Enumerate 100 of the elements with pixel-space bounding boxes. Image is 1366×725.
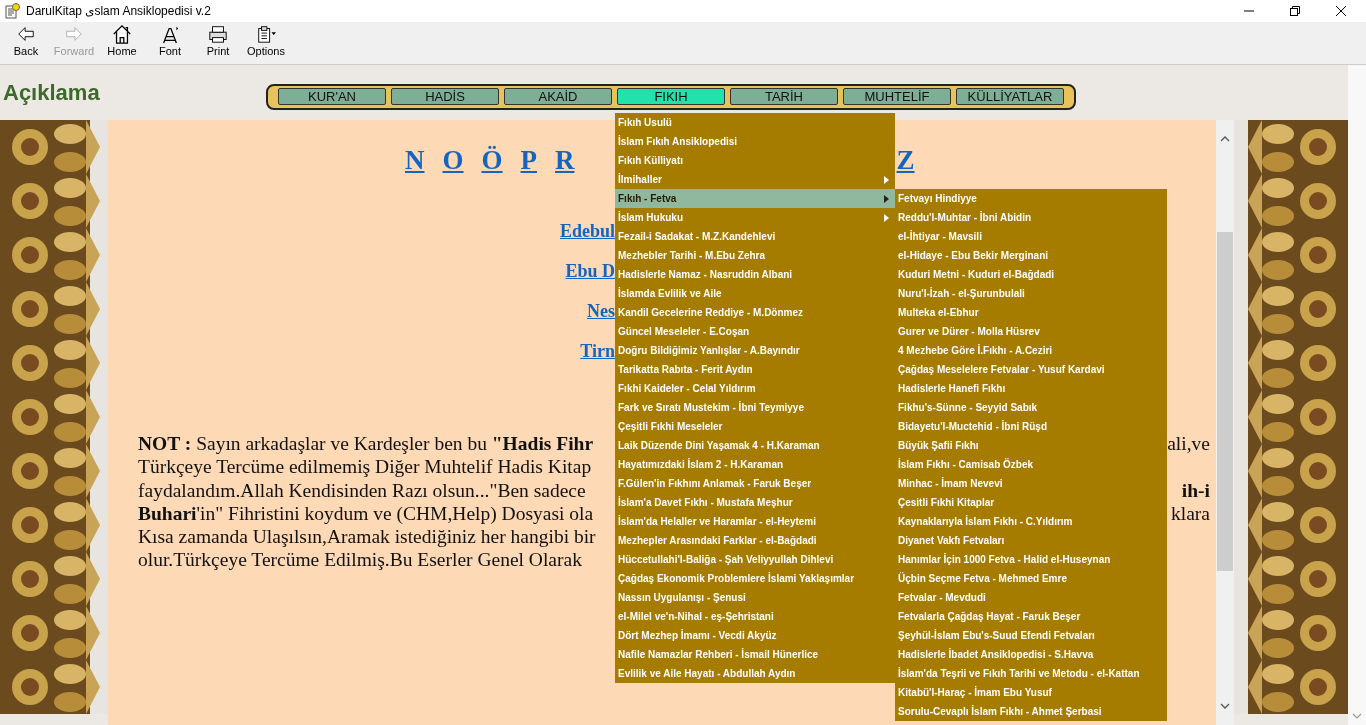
maximize-icon[interactable] xyxy=(1290,6,1300,16)
menu-item[interactable]: Evlilik ve Aile Hayatı - Abdullah Aydın xyxy=(615,664,895,683)
menu-item[interactable]: Fezail-i Sadakat - M.Z.Kandehlevi xyxy=(615,227,895,246)
window-title: DarulKitap ىslam Ansiklopedisi v.2 xyxy=(26,4,211,18)
menu-item[interactable]: el-İhtiyar - Mavsili xyxy=(895,227,1167,246)
menu-item[interactable]: Çeşitli Fıkhi Meseleler xyxy=(615,417,895,436)
toolbar-button[interactable]: Back xyxy=(2,24,50,64)
menu-item[interactable]: Diyanet Vakfı Fetvaları xyxy=(895,531,1167,550)
book-link[interactable]: Edebul xyxy=(559,220,615,260)
menu-item[interactable]: Gurer ve Dürer - Molla Hüsrev xyxy=(895,322,1167,341)
menu-item[interactable]: Bidayetu'l-Muctehid - İbni Rüşd xyxy=(895,417,1167,436)
note-text: klara xyxy=(1171,501,1210,526)
menu-item[interactable]: Şeyhül-İslam Ebu's-Suud Efendi Fetvaları xyxy=(895,626,1167,645)
menu-item[interactable]: İslam'a Davet Fıkhı - Mustafa Meşhur xyxy=(615,493,895,512)
note-text: ali,ve xyxy=(1167,432,1210,456)
menu-item[interactable]: İslam Fıkhı - Camisab Özbek xyxy=(895,455,1167,474)
toolbar-button[interactable]: Font xyxy=(146,24,194,64)
menu-item[interactable]: Fetvayı Hindiyye xyxy=(895,189,1167,208)
menu-item[interactable]: 4 Mezhebe Göre İ.Fıkhı - A.Ceziri xyxy=(895,341,1167,360)
scroll-down-icon[interactable] xyxy=(1220,703,1230,709)
menu-item[interactable]: Minhac - İmam Nevevi xyxy=(895,474,1167,493)
menu-item[interactable]: Sorulu-Cevaplı İslam Fıkhı - Ahmet Şerbasi xyxy=(895,702,1167,721)
menu-item[interactable]: Hüccetullahi'l-Baliğa - Şah Veliyyullah Dihlevi xyxy=(615,550,895,569)
menu-item[interactable]: Hayatımızdaki İslam 2 - H.Karaman xyxy=(615,455,895,474)
menu-item[interactable]: Nafile Namazlar Rehberi - İsmail Hünerlice xyxy=(615,645,895,664)
menu-item[interactable]: İslam Hukuku xyxy=(615,208,895,227)
menu-item[interactable]: Üçbin Seçme Fetva - Mehmed Emre xyxy=(895,569,1167,588)
letter-link[interactable]: O xyxy=(442,144,464,176)
menu-item[interactable]: Hadislerle İbadet Ansiklopedisi - S.Havva xyxy=(895,645,1167,664)
note-text: Türkçeye Tercüme edilmemiş Diğer Muhtelif Hadis Kitap xyxy=(138,455,592,479)
note-text: NOT : Sayın arkadaşlar ve Kardeşler ben bu "Hadis Fihr xyxy=(138,432,594,456)
menu-item[interactable]: Dört Mezhep İmamı - Vecdi Akyüz xyxy=(615,626,895,645)
note-text: ih-i xyxy=(1181,478,1210,502)
page-heading: Açıklama xyxy=(2,80,101,106)
menu-item[interactable]: İslamda Evlilik ve Aile xyxy=(615,284,895,303)
scroll-up-icon[interactable] xyxy=(1220,136,1230,142)
letter-link[interactable]: R xyxy=(555,144,575,176)
scroll-thumb[interactable] xyxy=(1217,232,1233,571)
menu-item[interactable]: Güncel Meseleler - E.Coşan xyxy=(615,322,895,341)
book-link[interactable]: Ebu D xyxy=(565,260,615,300)
menu-item[interactable]: Büyük Şafii Fıkhı xyxy=(895,436,1167,455)
menu-item[interactable]: F.Gülen'in Fıkhını Anlamak - Faruk Beşer xyxy=(615,474,895,493)
letter-link[interactable]: P xyxy=(520,144,538,176)
nav-tab[interactable]: MUHTELİF xyxy=(843,88,951,105)
nav-tab[interactable]: TARİH xyxy=(730,88,838,105)
menu-item[interactable]: Doğru Bildiğimiz Yanlışlar - A.Bayındır xyxy=(615,341,895,360)
menu-item[interactable]: Fıkıh Külliyatı xyxy=(615,151,895,170)
note-text: olur.Türkçeye Tercüme Edilmiş.Bu Eserler Genel Olarak xyxy=(138,548,582,572)
menu-item[interactable]: Hadislerle Namaz - Nasruddin Albani xyxy=(615,265,895,284)
note-text: faydalandım.Allah Kendisinden Razı olsun..."Ben sadece xyxy=(138,478,586,502)
app-icon xyxy=(4,3,20,19)
menu-item[interactable]: Nuru'l-İzah - el-Şurunbulali xyxy=(895,284,1167,303)
menu-item[interactable]: Multeka el-Ebhur xyxy=(895,303,1167,322)
close-icon[interactable] xyxy=(1336,6,1346,16)
menu-item[interactable]: İlmihaller xyxy=(615,170,895,189)
nav-tab[interactable]: FIKIH xyxy=(617,88,725,105)
book-link[interactable]: Nes xyxy=(587,300,615,340)
menu-item[interactable]: Çağdaş Meselelere Fetvalar - Yusuf Kardavi xyxy=(895,360,1167,379)
menu-item[interactable]: Fıkhi Kaideler - Celal Yıldırım xyxy=(615,379,895,398)
scrollbar[interactable] xyxy=(1216,120,1234,725)
toolbar-button[interactable]: Print xyxy=(194,24,242,64)
nav-tab[interactable]: HADİS xyxy=(391,88,499,105)
toolbar-button[interactable]: Home xyxy=(98,24,146,64)
nav-tab[interactable]: AKAİD xyxy=(504,88,612,105)
menu-item[interactable]: Fetvalarla Çağdaş Hayat - Faruk Beşer xyxy=(895,607,1167,626)
menu-item[interactable]: Hanımlar İçin 1000 Fetva - Halid el-Huseynan xyxy=(895,550,1167,569)
menu-item[interactable]: Fıkıh Usulü xyxy=(615,113,895,132)
menu-item[interactable]: el-Hidaye - Ebu Bekir Merginani xyxy=(895,246,1167,265)
clipboard-icon xyxy=(255,24,277,44)
menu-item[interactable]: Kuduri Metni - Kuduri el-Bağdadi xyxy=(895,265,1167,284)
menu-item[interactable]: İslam'da Teşrii ve Fıkıh Tarihi ve Metodu - el-Kattan xyxy=(895,664,1167,683)
menu-item[interactable]: Fark ve Sıratı Mustekim - İbni Teymiyye xyxy=(615,398,895,417)
menu-item[interactable]: Mezhebler Tarihi - M.Ebu Zehra xyxy=(615,246,895,265)
menu-item[interactable]: Reddu'l-Muhtar - İbni Abidin xyxy=(895,208,1167,227)
nav-tab[interactable]: KÜLLİYATLAR xyxy=(956,88,1064,105)
menu-item[interactable]: Mezhepler Arasındaki Farklar - el-Bağdadi xyxy=(615,531,895,550)
menu-item[interactable]: Fıkıh - Fetva xyxy=(615,189,895,208)
menu-item[interactable]: Fikhu's-Sünne - Seyyid Sabık xyxy=(895,398,1167,417)
menu-item[interactable]: el-Milel ve'n-Nihal - eş-Şehristani xyxy=(615,607,895,626)
letter-link[interactable]: Z xyxy=(896,144,915,176)
house-icon xyxy=(111,24,133,44)
menu-item[interactable]: Çesitli Fıkhi Kitaplar xyxy=(895,493,1167,512)
scrollbar[interactable] xyxy=(1348,65,1366,725)
menu-item[interactable]: Fetvalar - Mevdudi xyxy=(895,588,1167,607)
menu-item[interactable]: Kaynaklarıyla İslam Fıkhı - C.Yıldırım xyxy=(895,512,1167,531)
menu-item[interactable]: Kandil Gecelerine Reddiye - M.Dönmez xyxy=(615,303,895,322)
menu-item[interactable]: Nassın Uygulanışı - Şenusi xyxy=(615,588,895,607)
letter-link[interactable]: Ö xyxy=(481,144,503,176)
menu-item[interactable]: Laik Düzende Dini Yaşamak 4 - H.Karaman xyxy=(615,436,895,455)
menu-item[interactable]: Tarikatta Rabıta - Ferit Aydın xyxy=(615,360,895,379)
nav-tab[interactable]: KUR'AN xyxy=(278,88,386,105)
menu-item[interactable]: İslam Fıkıh Ansiklopedisi xyxy=(615,132,895,151)
right-arrow-icon xyxy=(63,24,85,44)
menu-item[interactable]: Hadislerle Hanefi Fıkhı xyxy=(895,379,1167,398)
letter-link[interactable]: N xyxy=(405,144,425,176)
menu-item[interactable]: İslam'da Helaller ve Haramlar - el-Heytemi xyxy=(615,512,895,531)
book-link[interactable]: Tirn xyxy=(580,340,615,380)
menu-item[interactable]: Kitabü'l-Haraç - İmam Ebu Yusuf xyxy=(895,683,1167,702)
toolbar-button[interactable]: Options xyxy=(242,24,290,64)
menu-item[interactable]: Çağdaş Ekonomik Problemlere İslami Yaklaşımlar xyxy=(615,569,895,588)
